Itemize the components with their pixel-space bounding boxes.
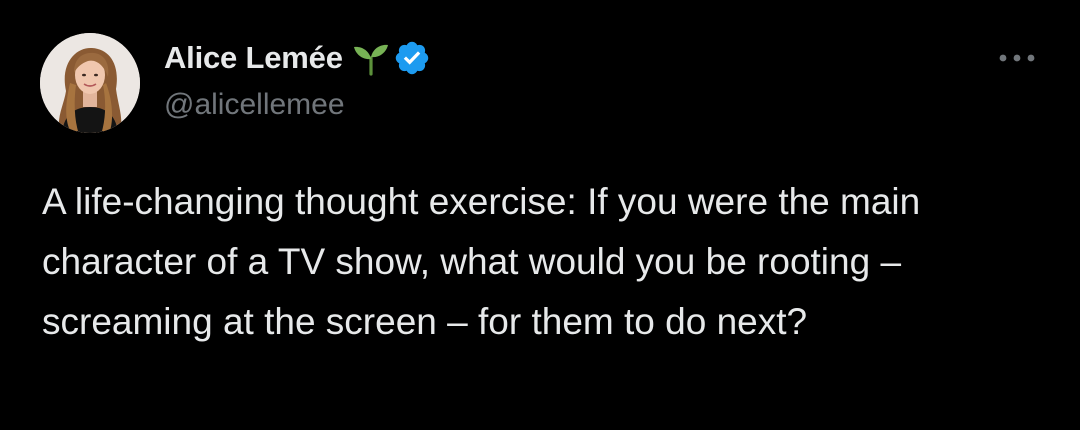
- verified-badge-icon[interactable]: [393, 39, 431, 77]
- author-name-row[interactable]: Alice Lemée: [164, 36, 431, 80]
- tweet-card: Alice Lemée @alicellemee A life-changing…: [0, 0, 1080, 430]
- author-handle[interactable]: @alicellemee: [164, 88, 345, 122]
- more-options-icon[interactable]: [994, 44, 1040, 72]
- avatar[interactable]: [40, 33, 140, 133]
- author-display-name[interactable]: Alice Lemée: [164, 40, 343, 76]
- tweet-text: A life-changing thought exercise: If you…: [42, 181, 921, 342]
- avatar-image: [40, 33, 140, 133]
- seedling-icon: [351, 38, 391, 78]
